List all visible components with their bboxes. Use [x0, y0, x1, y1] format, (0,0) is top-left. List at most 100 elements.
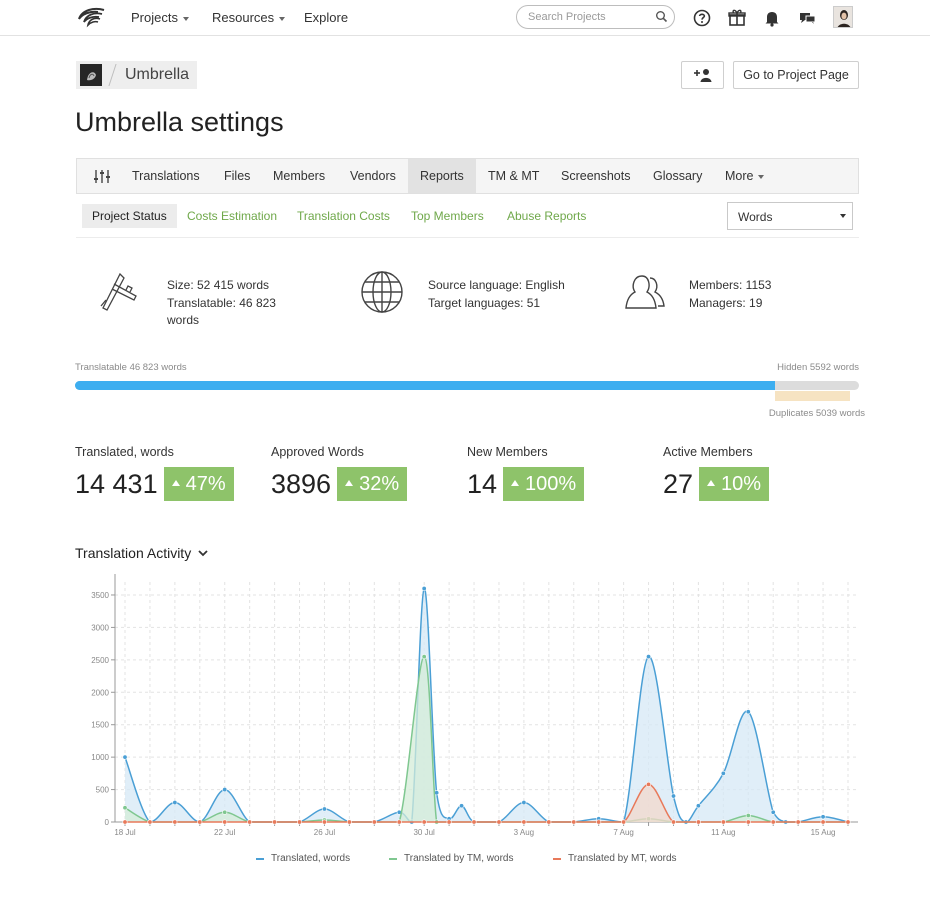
series-point-2	[596, 819, 602, 825]
series-point-0	[795, 819, 801, 825]
stat-active-members: Active Members 27 10%	[663, 445, 770, 501]
user-avatar[interactable]	[833, 6, 853, 28]
project-image-icon	[80, 64, 102, 86]
series-point-2	[546, 819, 552, 825]
series-point-1	[795, 819, 801, 825]
tab-screenshots[interactable]: Screenshots	[549, 159, 642, 193]
subtab-project-status[interactable]: Project Status	[82, 204, 177, 228]
breadcrumb[interactable]: Umbrella	[76, 61, 198, 89]
tab-glossary[interactable]: Glossary	[641, 159, 714, 193]
chart-title-dropdown[interactable]: Translation Activity	[75, 545, 208, 561]
series-point-1	[596, 819, 602, 825]
series-point-0	[546, 819, 552, 825]
series-point-1	[197, 819, 203, 825]
hidden-label: Hidden 5592 words	[777, 362, 859, 373]
series-point-2	[795, 819, 801, 825]
series-point-2	[396, 819, 402, 825]
users-icon	[625, 275, 665, 309]
subtab-costs-estimation[interactable]: Costs Estimation	[177, 204, 287, 228]
stat-change: 10%	[721, 473, 762, 495]
legend-label: Translated by MT, words	[568, 853, 677, 864]
series-point-1	[272, 819, 278, 825]
unit-select[interactable]: Words	[727, 202, 853, 230]
tab-settings-icon[interactable]	[87, 159, 117, 193]
series-point-0	[446, 816, 452, 822]
nav-resources-label: Resources	[212, 10, 275, 25]
translatable-unit-text: words	[167, 313, 200, 327]
arrow-up-icon	[707, 480, 716, 486]
series-point-1	[496, 819, 502, 825]
series-point-2	[297, 819, 303, 825]
nav-projects[interactable]: Projects	[131, 10, 189, 25]
search-icon[interactable]	[655, 10, 668, 23]
nav-resources[interactable]: Resources	[212, 10, 286, 25]
series-point-0	[197, 819, 203, 825]
tab-reports[interactable]: Reports	[408, 159, 476, 193]
stat-label: Translated, words	[75, 445, 174, 459]
series-point-1	[521, 819, 527, 825]
top-navigation: Projects Resources Explore	[0, 0, 930, 36]
tab-more[interactable]: More	[713, 159, 776, 193]
help-icon[interactable]	[691, 7, 713, 29]
bell-icon[interactable]	[761, 7, 783, 29]
series-point-2	[646, 781, 652, 787]
managers-count-text: Managers: 19	[689, 295, 763, 310]
project-name: Umbrella	[125, 66, 190, 83]
series-point-0	[783, 819, 789, 825]
series-point-1	[147, 819, 153, 825]
series-point-0	[521, 800, 527, 806]
series-point-1	[720, 819, 726, 825]
series-point-2	[770, 819, 776, 825]
subtab-translation-costs[interactable]: Translation Costs	[287, 204, 400, 228]
language-info: Source language: English Target language…	[428, 277, 565, 312]
series-point-2	[745, 819, 751, 825]
gift-icon[interactable]	[726, 7, 748, 29]
invite-member-button[interactable]	[681, 61, 724, 89]
x-tick-label: 26 Jul	[314, 828, 336, 837]
series-line-2	[124, 783, 848, 823]
arrow-up-icon	[511, 480, 520, 486]
search-input[interactable]	[528, 9, 653, 25]
series-point-2	[222, 819, 228, 825]
go-to-project-page-button[interactable]: Go to Project Page	[733, 61, 859, 89]
page-title: Umbrella settings	[75, 107, 284, 137]
series-area-1	[125, 656, 848, 822]
tab-tm-mt[interactable]: TM & MT	[476, 159, 551, 193]
subtab-top-members[interactable]: Top Members	[401, 204, 494, 228]
tab-translations[interactable]: Translations	[120, 159, 212, 193]
x-tick-label: 3 Aug	[514, 828, 534, 837]
translatable-label: Translatable 46 823 words	[75, 362, 187, 373]
series-point-1	[820, 819, 826, 825]
series-point-0	[122, 754, 128, 760]
globe-icon	[361, 271, 403, 313]
messages-icon[interactable]	[796, 7, 818, 29]
unit-select-value: Words	[738, 210, 773, 224]
series-point-0	[421, 585, 427, 591]
crowdin-logo[interactable]	[76, 5, 106, 31]
chevron-down-icon	[279, 16, 286, 21]
tab-members[interactable]: Members	[261, 159, 337, 193]
legend-label: Translated, words	[271, 853, 351, 864]
series-point-0	[471, 819, 477, 825]
x-tick-label: 7 Aug	[613, 828, 633, 837]
y-tick-label: 2500	[91, 656, 109, 665]
series-point-1	[845, 819, 851, 825]
series-point-1	[321, 817, 327, 823]
subtab-abuse-reports[interactable]: Abuse Reports	[497, 204, 596, 228]
series-point-2	[122, 819, 128, 825]
series-point-0	[409, 819, 415, 825]
stat-label: New Members	[467, 445, 548, 459]
nav-explore[interactable]: Explore	[304, 10, 348, 25]
tab-vendors[interactable]: Vendors	[338, 159, 408, 193]
series-point-0	[845, 819, 851, 825]
series-point-0	[770, 809, 776, 815]
series-point-0	[459, 803, 465, 809]
series-point-0	[670, 793, 676, 799]
stat-change: 47%	[185, 473, 226, 495]
tab-files[interactable]: Files	[212, 159, 262, 193]
series-point-1	[695, 819, 701, 825]
series-point-1	[745, 813, 751, 819]
series-point-0	[820, 814, 826, 820]
series-point-2	[621, 819, 627, 825]
sliders-icon	[94, 170, 110, 183]
